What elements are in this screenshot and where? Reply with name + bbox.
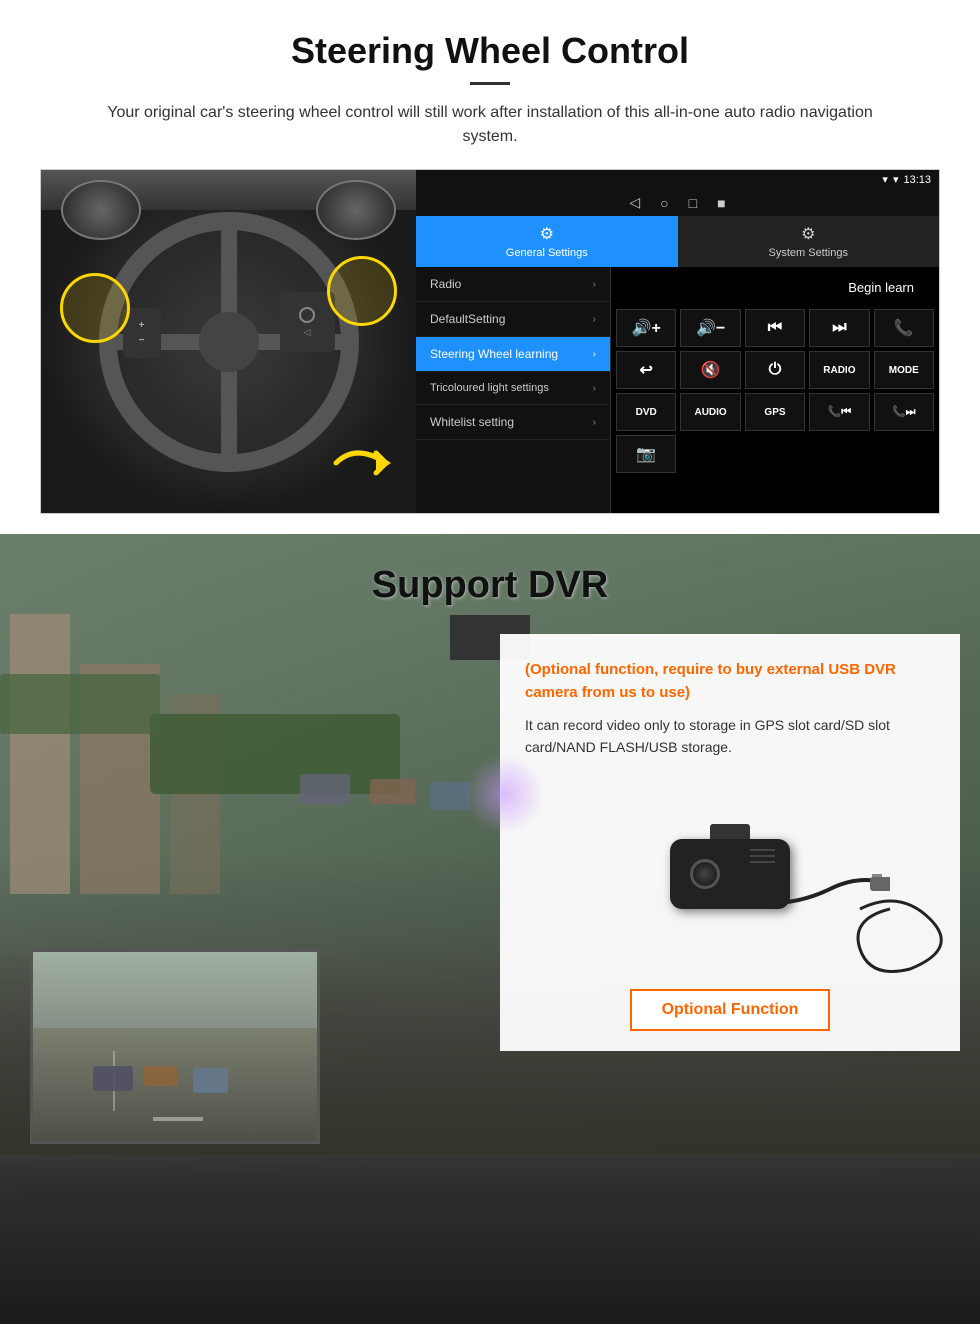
ctrl-vol-down[interactable]: 🔊− (680, 309, 740, 347)
ctrl-gps[interactable]: GPS (745, 393, 805, 431)
ctrl-call-next[interactable]: 📞⏭ (874, 393, 934, 431)
android-menu-list: Radio › DefaultSetting › Steering Wheel … (416, 267, 611, 513)
begin-learn-button[interactable]: Begin learn (828, 272, 934, 303)
menu-steering-label: Steering Wheel learning (430, 347, 558, 361)
menu-tricoloured-chevron: › (593, 383, 596, 394)
wifi-icon: ▾ (893, 173, 899, 186)
ctrl-prev-track[interactable]: ⏮ (745, 309, 805, 347)
steering-wheel-graphic: + − ◁ (99, 212, 359, 472)
menu-whitelist-label: Whitelist setting (430, 415, 514, 429)
android-status-bar: ▾ ▾ 13:13 (416, 170, 939, 189)
optional-function-button[interactable]: Optional Function (630, 989, 830, 1031)
begin-learn-row: Begin learn (616, 272, 934, 303)
menu-item-defaultsetting[interactable]: DefaultSetting › (416, 302, 610, 337)
menu-default-chevron: › (593, 314, 596, 325)
dvr-section: Support DVR (Optional function, require … (0, 534, 980, 1324)
highlight-left-circle (60, 273, 130, 343)
menu-item-radio[interactable]: Radio › (416, 267, 610, 302)
dvr-camera-image (525, 774, 935, 974)
ctrl-next-track[interactable]: ⏭ (809, 309, 869, 347)
dvr-title: Support DVR (40, 564, 940, 607)
ctrl-audio[interactable]: AUDIO (680, 393, 740, 431)
dvr-dashboard-foreground (0, 1154, 980, 1324)
dvr-description: It can record video only to storage in G… (525, 714, 935, 759)
yellow-arrow (326, 433, 406, 493)
menu-default-label: DefaultSetting (430, 312, 505, 326)
camera-light-flash (465, 754, 545, 834)
nav-screen-icon[interactable]: ■ (717, 195, 725, 211)
menu-item-whitelist[interactable]: Whitelist setting › (416, 405, 610, 440)
android-content: Radio › DefaultSetting › Steering Wheel … (416, 267, 939, 513)
ctrl-call-prev[interactable]: 📞⏮ (809, 393, 869, 431)
android-nav-bar: ◁ ○ □ ■ (416, 189, 939, 216)
general-settings-label: General Settings (506, 247, 588, 259)
menu-steering-chevron: › (593, 349, 596, 360)
highlight-right-circle (327, 256, 397, 326)
dvr-info-card: (Optional function, require to buy exter… (500, 634, 960, 1051)
steering-description: Your original car's steering wheel contr… (90, 101, 890, 149)
steering-photo: + − ◁ (41, 170, 416, 513)
ctrl-dvd[interactable]: DVD (616, 393, 676, 431)
nav-home-icon[interactable]: ○ (660, 195, 668, 211)
ctrl-mode[interactable]: MODE (874, 351, 934, 389)
ctrl-call[interactable]: 📞 (874, 309, 934, 347)
menu-radio-chevron: › (593, 279, 596, 290)
ctrl-vol-up[interactable]: 🔊+ (616, 309, 676, 347)
steering-title: Steering Wheel Control (40, 30, 940, 72)
controls-panel: Begin learn 🔊+ 🔊− ⏮ ⏭ 📞 ↩ 🔇 ⏻ (611, 267, 939, 513)
camera-lens (690, 859, 720, 889)
tab-general-settings[interactable]: ⚙ General Settings (416, 216, 678, 267)
system-settings-icon: ⚙ (801, 224, 815, 244)
system-settings-label: System Settings (769, 247, 848, 259)
ctrl-camera[interactable]: 📷 (616, 435, 676, 473)
ctrl-hang-up[interactable]: ↩ (616, 351, 676, 389)
ctrl-radio[interactable]: RADIO (809, 351, 869, 389)
menu-item-steering-wheel-learning[interactable]: Steering Wheel learning › (416, 337, 610, 372)
ctrl-power[interactable]: ⏻ (745, 351, 805, 389)
status-time: 13:13 (903, 174, 931, 186)
android-tabs: ⚙ General Settings ⚙ System Settings (416, 216, 939, 267)
tab-system-settings[interactable]: ⚙ System Settings (678, 216, 940, 267)
steering-wheel-section: Steering Wheel Control Your original car… (0, 0, 980, 534)
menu-radio-label: Radio (430, 277, 461, 291)
dvr-thumbnail (30, 949, 320, 1144)
menu-tricoloured-label: Tricoloured light settings (430, 382, 549, 394)
nav-back-icon[interactable]: ◁ (629, 194, 640, 211)
dvr-optional-text: (Optional function, require to buy exter… (525, 659, 935, 704)
ctrl-mute[interactable]: 🔇 (680, 351, 740, 389)
steering-demo-container: + − ◁ (40, 169, 940, 514)
signal-icon: ▾ (882, 173, 888, 186)
menu-whitelist-chevron: › (593, 417, 596, 428)
general-settings-icon: ⚙ (540, 224, 554, 244)
usb-cable-svg (760, 869, 890, 929)
nav-recents-icon[interactable]: □ (689, 195, 697, 211)
camera-vent (750, 849, 775, 863)
steering-divider (470, 82, 510, 85)
android-panel: ▾ ▾ 13:13 ◁ ○ □ ■ ⚙ General Settings ⚙ S… (416, 170, 939, 513)
menu-item-tricoloured[interactable]: Tricoloured light settings › (416, 372, 610, 405)
control-buttons-grid: 🔊+ 🔊− ⏮ ⏭ 📞 ↩ 🔇 ⏻ RADIO MODE DVD AUDIO (616, 309, 934, 473)
